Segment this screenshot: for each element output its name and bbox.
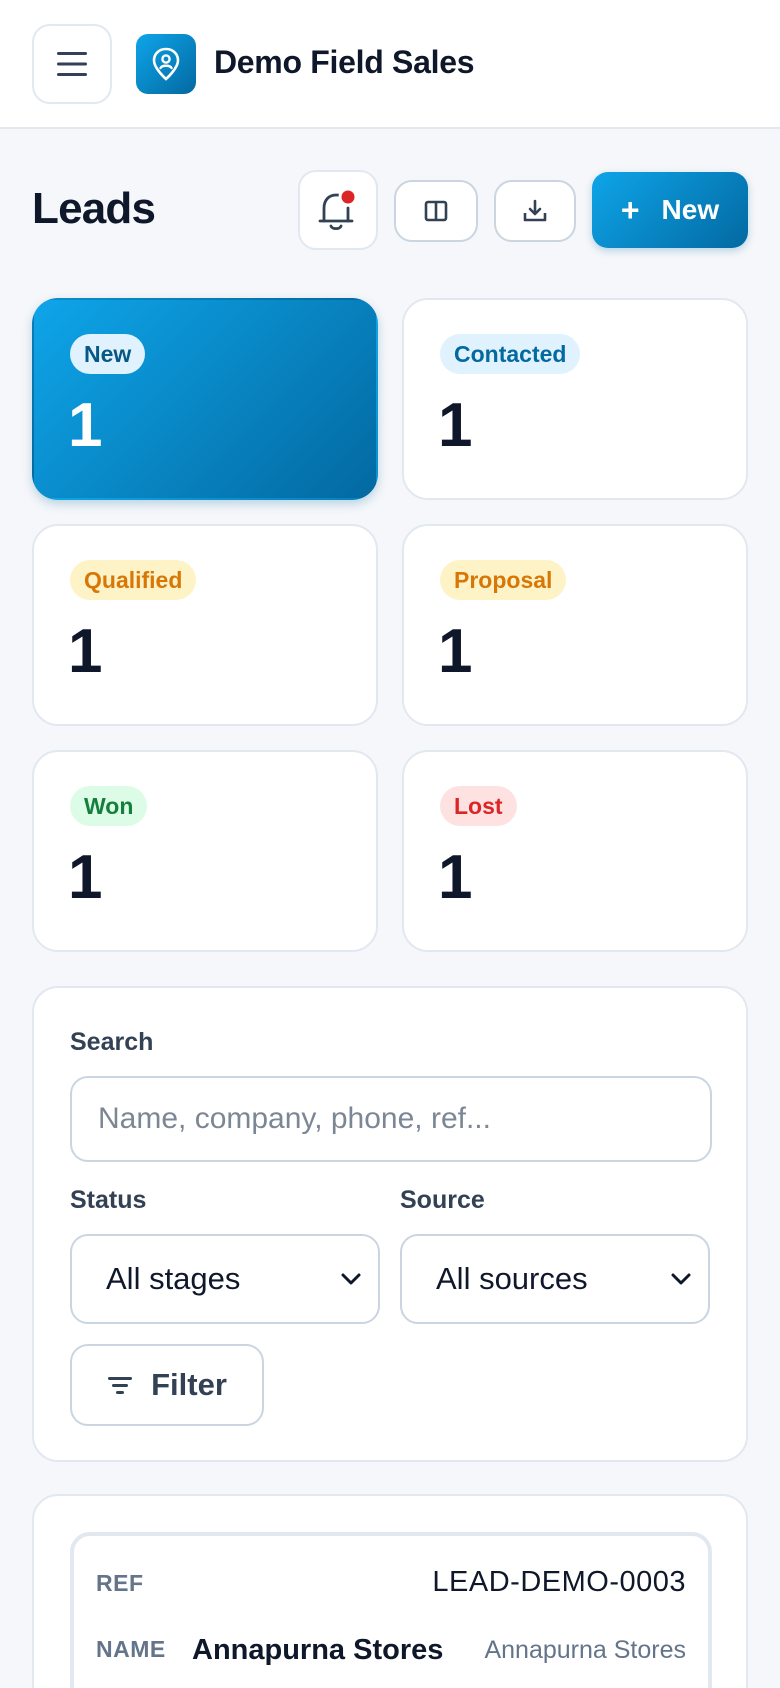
columns-view-button[interactable] (394, 180, 478, 242)
filter-icon (108, 1377, 133, 1394)
filter-button[interactable]: Filter (70, 1344, 264, 1426)
lead-ref: LEAD-DEMO-0003 (432, 1566, 686, 1598)
search-label: Search (70, 1028, 154, 1056)
new-lead-label: New (661, 194, 720, 225)
name-key: NAME (96, 1636, 166, 1662)
source-select-value: All sources (436, 1261, 588, 1296)
stat-badge: Proposal (440, 560, 567, 600)
stat-count: 1 (68, 843, 103, 912)
hamburger-icon (57, 52, 87, 76)
stat-badge: Won (70, 786, 148, 826)
status-select[interactable]: All stages (70, 1234, 380, 1324)
stat-card-lost[interactable]: Lost 1 (402, 750, 748, 952)
lead-row[interactable]: REF LEAD-DEMO-0003 NAME Annapurna Stores… (70, 1532, 712, 1688)
stat-badge: New (70, 334, 146, 374)
ref-key: REF (96, 1570, 144, 1596)
download-icon (523, 199, 547, 222)
lead-name: Annapurna Stores (192, 1634, 444, 1666)
search-input[interactable] (70, 1076, 712, 1162)
stat-card-new[interactable]: New 1 (32, 298, 378, 500)
stat-card-won[interactable]: Won 1 (32, 750, 378, 952)
stat-count: 1 (438, 617, 473, 686)
filter-panel: Search Status Source All stages All sour… (32, 986, 748, 1462)
stat-badge: Contacted (440, 334, 581, 374)
page-title: Leads (32, 184, 156, 233)
stat-card-qualified[interactable]: Qualified 1 (32, 524, 378, 726)
new-lead-button[interactable]: + New (592, 172, 748, 248)
stat-card-contacted[interactable]: Contacted 1 (402, 298, 748, 500)
status-select-value: All stages (106, 1261, 241, 1296)
status-label: Status (70, 1186, 147, 1214)
columns-icon (424, 200, 448, 222)
stat-count: 1 (438, 391, 473, 460)
filter-button-label: Filter (151, 1367, 227, 1402)
notification-dot (338, 187, 358, 207)
plus-icon: + (620, 192, 640, 228)
source-select[interactable]: All sources (400, 1234, 710, 1324)
chevron-down-icon (341, 1273, 361, 1285)
source-label: Source (400, 1186, 485, 1214)
download-button[interactable] (494, 180, 576, 242)
chevron-down-icon (671, 1273, 691, 1285)
notifications-button[interactable] (298, 170, 378, 250)
bell-icon (318, 187, 358, 231)
leads-list: REF LEAD-DEMO-0003 NAME Annapurna Stores… (32, 1494, 748, 1688)
stat-count: 1 (438, 843, 473, 912)
top-bar: Demo Field Sales (0, 0, 780, 129)
map-pin-icon (152, 47, 180, 81)
stat-count: 1 (68, 617, 103, 686)
stat-badge: Qualified (70, 560, 197, 600)
lead-company: Annapurna Stores (484, 1636, 686, 1664)
stat-card-proposal[interactable]: Proposal 1 (402, 524, 748, 726)
stat-badge: Lost (440, 786, 517, 826)
app-title: Demo Field Sales (214, 44, 475, 80)
stat-count: 1 (68, 391, 103, 460)
menu-button[interactable] (32, 24, 112, 104)
app-logo (136, 34, 196, 94)
